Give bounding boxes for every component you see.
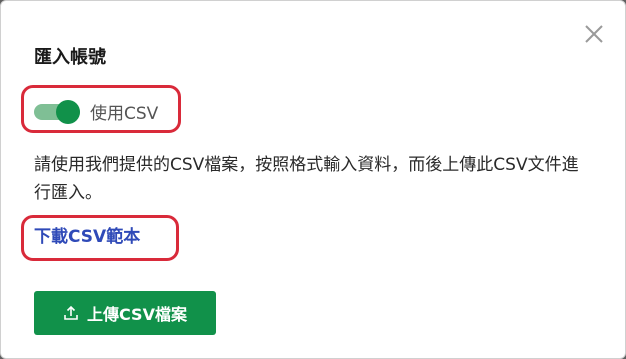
upload-icon [64,305,78,320]
close-button[interactable] [583,23,605,45]
description-text: 請使用我們提供的CSV檔案，按照格式輸入資料，而後上傳此CSV文件進行匯入。 [34,155,579,203]
csv-toggle[interactable] [34,100,82,124]
csv-toggle-row: 使用CSV [34,97,158,125]
upload-csv-button[interactable]: 上傳CSV檔案 [34,291,216,335]
import-accounts-dialog: 匯入帳號 使用CSV 請使用我們提供的CSV檔案，按照格式輸入資料，而後上傳此C… [0,0,626,359]
toggle-knob [56,100,80,124]
dialog-title: 匯入帳號 [34,47,106,68]
close-icon [585,25,603,43]
upload-csv-button-label: 上傳CSV檔案 [87,305,187,324]
csv-toggle-label: 使用CSV [90,103,159,124]
download-csv-template-link[interactable]: 下載CSV範本 [34,223,140,251]
